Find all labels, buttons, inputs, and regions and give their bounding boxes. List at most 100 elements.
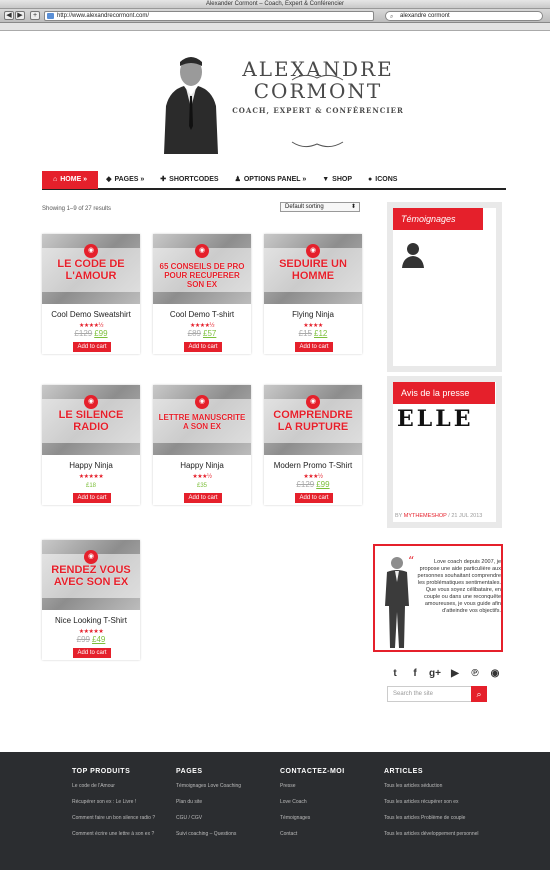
footer-link[interactable]: Contact xyxy=(280,831,380,837)
window-title: Alexander Cormont – Coach, Expert & Conf… xyxy=(0,0,550,9)
product-card[interactable]: ◉ RENDEZ VOUS AVEC SON EX Nice Looking T… xyxy=(42,540,140,660)
new-price: £49 xyxy=(92,635,106,644)
product-name[interactable]: Modern Promo T-Shirt xyxy=(264,461,362,470)
product-card[interactable]: ◉ LE CODE DE L'AMOUR Cool Demo Sweatshir… xyxy=(42,234,140,354)
footer-link[interactable]: Tous les articles récupérer son ex xyxy=(384,799,484,805)
footer-link[interactable]: Le code de l'Amour xyxy=(72,783,172,789)
back-button[interactable]: ◀ xyxy=(4,11,14,20)
rating-stars: ★★★★½ xyxy=(189,323,215,329)
brand-logo[interactable]: ALEXANDRE CORMONT COACH, EXPERT & CONFÉR… xyxy=(228,58,408,115)
new-price: £57 xyxy=(203,329,217,338)
add-to-cart-button[interactable]: Add to cart xyxy=(295,342,333,352)
address-bar[interactable]: http://www.alexandrecormont.com/ xyxy=(44,11,374,21)
flourish-top-icon xyxy=(291,74,344,81)
byline-date: / 21 JUL 2013 xyxy=(446,513,483,519)
new-price: £12 xyxy=(314,329,328,338)
product-name[interactable]: Flying Ninja xyxy=(264,310,362,319)
product-image[interactable]: ◉ COMPRENDRE LA RUPTURE xyxy=(264,385,362,455)
nav-shop[interactable]: ▼ SHOP xyxy=(314,171,360,189)
add-to-cart-button[interactable]: Add to cart xyxy=(73,648,111,658)
product-image[interactable]: ◉ SEDUIRE UN HOMME xyxy=(264,234,362,304)
footer-link[interactable]: Comment écrire une lettre à son ex ? xyxy=(72,831,172,837)
add-to-cart-button[interactable]: Add to cart xyxy=(295,493,333,503)
new-price: £99 xyxy=(316,480,330,489)
testimonials-widget: Témoignages xyxy=(387,202,502,372)
product-image[interactable]: ◉ LE SILENCE RADIO xyxy=(42,385,140,455)
footer-heading: CONTACTEZ-MOI xyxy=(280,768,345,775)
product-price: £129 £99 xyxy=(264,480,362,489)
product-overlay-text: LE SILENCE RADIO xyxy=(58,409,124,433)
footer-link[interactable]: Plan du site xyxy=(176,799,276,805)
elle-logo[interactable]: ELLE xyxy=(397,406,473,432)
product-name[interactable]: Nice Looking T-Shirt xyxy=(42,616,140,625)
nav-home[interactable]: ⌂ HOME » xyxy=(42,171,99,189)
google-plus-icon[interactable]: g+ xyxy=(429,668,441,679)
product-card[interactable]: ◉ SEDUIRE UN HOMME Flying Ninja ★★★★ £15… xyxy=(264,234,362,354)
product-image[interactable]: ◉ 65 CONSEILS DE PRO POUR RECUPERER SON … xyxy=(153,234,251,304)
site-search-button[interactable]: ⌕ xyxy=(471,686,487,702)
product-card[interactable]: ◉ 65 CONSEILS DE PRO POUR RECUPERER SON … xyxy=(153,234,251,354)
new-price: £99 xyxy=(94,329,108,338)
product-card[interactable]: ◉ LE SILENCE RADIO Happy Ninja ★★★★★ £18… xyxy=(42,385,140,505)
add-to-cart-button[interactable]: Add to cart xyxy=(184,493,222,503)
product-overlay-text: LETTRE MANUSCRITE A SON EX xyxy=(158,413,246,431)
footer-column-contact: CONTACTEZ-MOI Presse Love Coach Témoigna… xyxy=(280,768,380,847)
nav-options-panel[interactable]: ♟ OPTIONS PANEL » xyxy=(227,171,315,189)
address-text: http://www.alexandrecormont.com/ xyxy=(57,13,150,19)
add-bookmark-button[interactable]: + xyxy=(30,11,40,20)
rating-stars: ★★★★★ xyxy=(78,629,104,635)
nav-shortcodes[interactable]: ✚ SHORTCODES xyxy=(152,171,226,189)
product-name[interactable]: Happy Ninja xyxy=(42,461,140,470)
twitter-icon[interactable]: t xyxy=(389,668,401,679)
browser-toolbar: ◀ ▶ + http://www.alexandrecormont.com/ ⌕… xyxy=(0,9,550,23)
footer-link[interactable]: Love Coach xyxy=(280,799,380,805)
footer-link[interactable]: CGU / CGV xyxy=(176,815,276,821)
forward-button[interactable]: ▶ xyxy=(15,11,25,20)
add-to-cart-button[interactable]: Add to cart xyxy=(73,342,111,352)
pinterest-icon[interactable]: ℗ xyxy=(469,668,481,679)
footer-link[interactable]: Presse xyxy=(280,783,380,789)
product-name[interactable]: Cool Demo Sweatshirt xyxy=(42,310,140,319)
footer-column-pages: PAGES Témoignages Love Coaching Plan du … xyxy=(176,768,276,847)
footer-link[interactable]: Tous les articles Problème de couple xyxy=(384,815,484,821)
footer-link[interactable]: Comment faire un bon silence radio ? xyxy=(72,815,172,821)
old-price: £15 xyxy=(298,329,312,338)
add-to-cart-button[interactable]: Add to cart xyxy=(184,342,222,352)
search-icon: ⌕ xyxy=(390,14,394,20)
footer-link[interactable]: Tous les articles séduction xyxy=(384,783,484,789)
product-image[interactable]: ◉ LETTRE MANUSCRITE A SON EX xyxy=(153,385,251,455)
product-card[interactable]: ◉ COMPRENDRE LA RUPTURE Modern Promo T-S… xyxy=(264,385,362,505)
old-price: £129 xyxy=(296,480,315,489)
product-image[interactable]: ◉ LE CODE DE L'AMOUR xyxy=(42,234,140,304)
sorting-select[interactable]: Default sorting ⬍ xyxy=(280,202,360,212)
press-byline: BY MYTHEMESHOP / 21 JUL 2013 xyxy=(393,513,496,519)
rss-icon[interactable]: ◉ xyxy=(489,668,501,679)
product-card[interactable]: ◉ LETTRE MANUSCRITE A SON EX Happy Ninja… xyxy=(153,385,251,505)
product-name[interactable]: Happy Ninja xyxy=(153,461,251,470)
browser-search-input[interactable]: ⌕ alexandre cormont xyxy=(385,11,543,21)
product-image[interactable]: ◉ RENDEZ VOUS AVEC SON EX xyxy=(42,540,140,610)
rating-stars: ★★★½ xyxy=(303,474,323,480)
home-icon: ⌂ xyxy=(53,176,58,183)
product-name[interactable]: Cool Demo T-shirt xyxy=(153,310,251,319)
footer-link[interactable]: Suivi coaching – Questions xyxy=(176,831,276,837)
youtube-icon[interactable]: ▶ xyxy=(449,668,461,679)
product-overlay-text: SEDUIRE UN HOMME xyxy=(279,258,347,282)
header-portrait xyxy=(160,48,220,154)
check-icon: ◉ xyxy=(84,395,98,409)
footer-link[interactable]: Tous les articles développement personne… xyxy=(384,831,484,837)
apple-icon: ● xyxy=(368,176,373,183)
nav-icons-label: ICONS xyxy=(375,176,398,183)
add-to-cart-button[interactable]: Add to cart xyxy=(73,493,111,503)
testimonials-title: Témoignages xyxy=(393,208,483,230)
footer-heading: TOP PRODUITS xyxy=(72,768,131,775)
nav-icons[interactable]: ● ICONS xyxy=(360,171,405,189)
footer-link[interactable]: Témoignages Love Coaching xyxy=(176,783,276,789)
product-price: £35 xyxy=(153,480,251,489)
byline-author[interactable]: MYTHEMESHOP xyxy=(404,513,447,519)
sorting-value: Default sorting xyxy=(285,204,324,210)
facebook-icon[interactable]: f xyxy=(409,668,421,679)
footer-link[interactable]: Témoignages xyxy=(280,815,380,821)
nav-pages[interactable]: ◆ PAGES » xyxy=(98,171,152,189)
footer-link[interactable]: Récupérer son ex : Le Livre ! xyxy=(72,799,172,805)
